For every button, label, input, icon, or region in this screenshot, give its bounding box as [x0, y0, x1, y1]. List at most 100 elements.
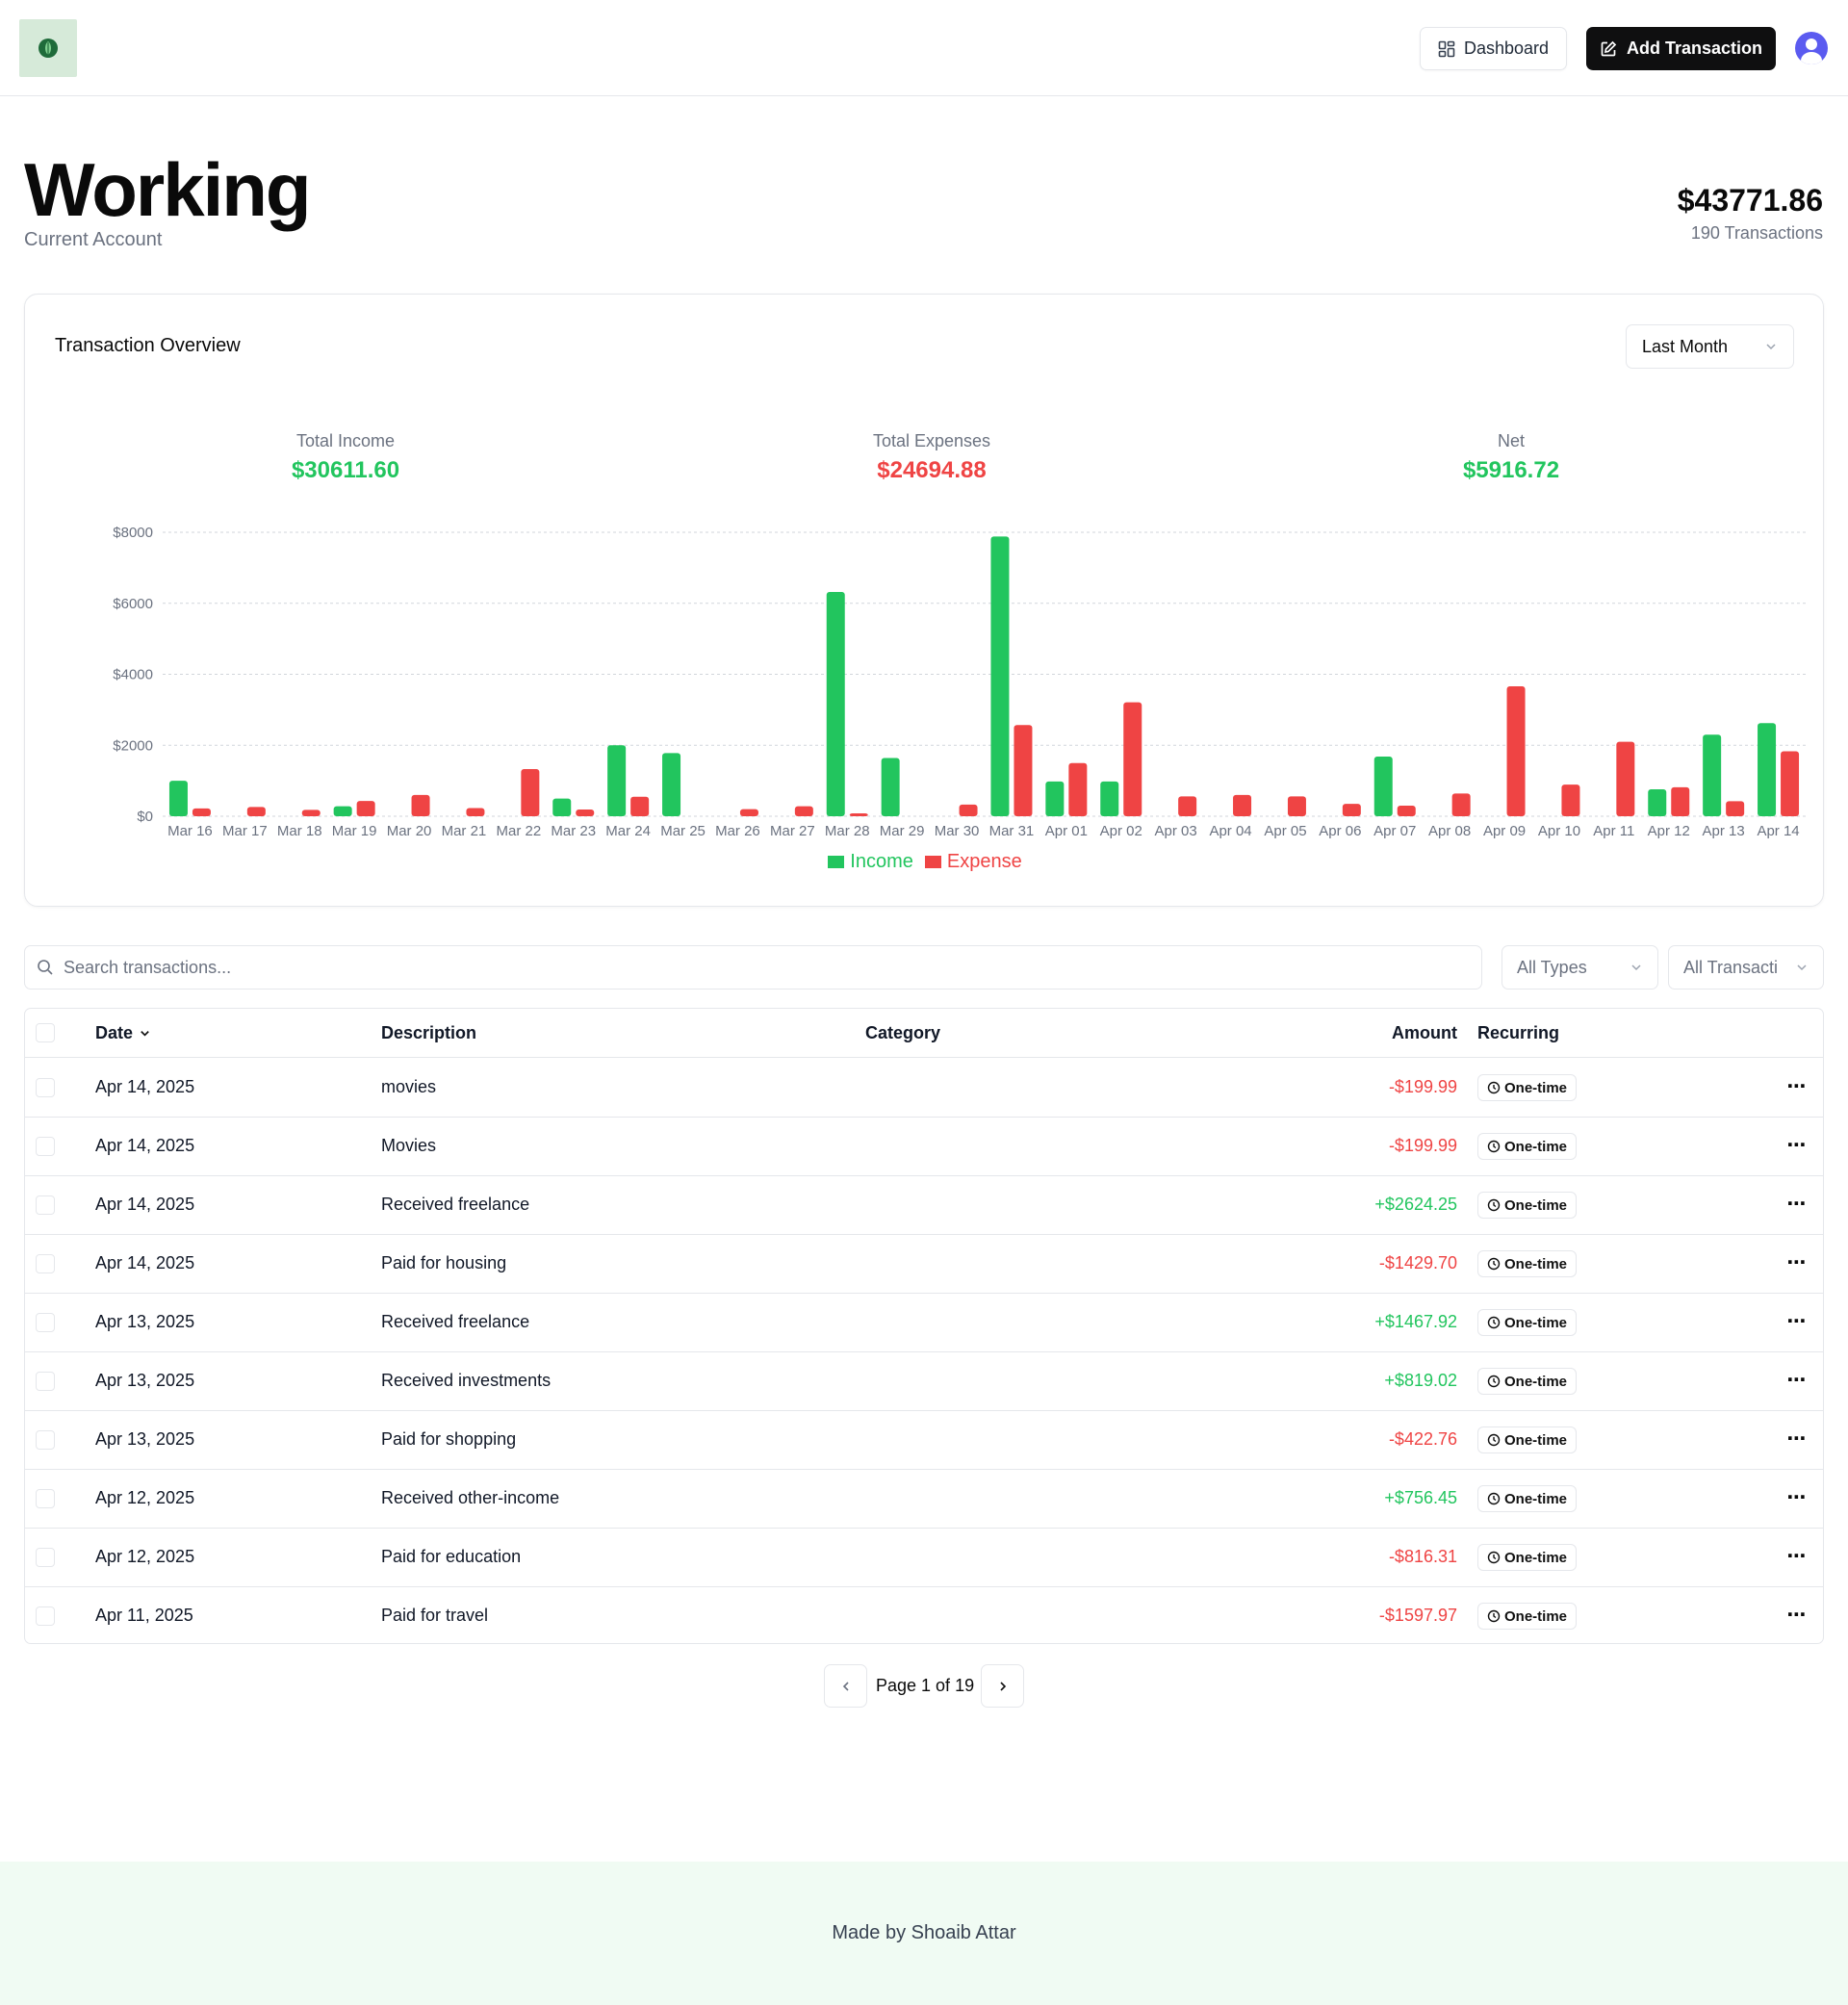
- table-row[interactable]: Apr 14, 2025 Movies -$199.99 One-time ⋯: [25, 1118, 1823, 1176]
- row-checkbox[interactable]: [36, 1254, 55, 1273]
- x-tick-label: Apr 01: [1045, 823, 1088, 838]
- user-avatar-icon[interactable]: [1795, 32, 1828, 64]
- category-column-header: Category: [865, 1023, 941, 1042]
- row-checkbox[interactable]: [36, 1548, 55, 1567]
- income-bar: [990, 536, 1010, 816]
- row-checkbox[interactable]: [36, 1607, 55, 1626]
- row-amount: +$756.45: [1384, 1488, 1457, 1507]
- app-logo[interactable]: [19, 19, 77, 77]
- recurring-badge: One-time: [1477, 1250, 1578, 1277]
- expense-bar: [1616, 741, 1635, 816]
- row-actions-button[interactable]: ⋯: [1783, 1248, 1811, 1277]
- row-checkbox[interactable]: [36, 1195, 55, 1215]
- dashboard-button[interactable]: Dashboard: [1420, 27, 1567, 70]
- previous-page-button[interactable]: [824, 1664, 867, 1708]
- recurring-badge: One-time: [1477, 1192, 1578, 1219]
- overview-title: Transaction Overview: [55, 335, 241, 356]
- table-row[interactable]: Apr 12, 2025 Received other-income +$756.4…: [25, 1470, 1823, 1529]
- search-box[interactable]: [24, 945, 1482, 990]
- search-input[interactable]: [64, 957, 1411, 978]
- select-all-checkbox[interactable]: [36, 1023, 55, 1042]
- expense-bar: [356, 801, 375, 816]
- date-column-header[interactable]: Date: [95, 1023, 151, 1043]
- row-checkbox[interactable]: [36, 1313, 55, 1332]
- income-bar: [881, 758, 900, 816]
- period-select[interactable]: Last Month: [1626, 324, 1794, 369]
- recurring-badge-label: One-time: [1504, 1314, 1568, 1331]
- more-horizontal-icon: ⋯: [1786, 1135, 1808, 1156]
- row-amount: -$1429.70: [1378, 1253, 1457, 1272]
- type-filter-select[interactable]: All Types: [1502, 945, 1658, 990]
- row-actions-button[interactable]: ⋯: [1783, 1131, 1811, 1160]
- table-row[interactable]: Apr 14, 2025 Received freelance +$2624.25 O…: [25, 1176, 1823, 1235]
- expense-bar: [466, 808, 485, 816]
- row-checkbox[interactable]: [36, 1137, 55, 1156]
- transaction-filter-select[interactable]: All Transacti: [1668, 945, 1824, 990]
- more-horizontal-icon: ⋯: [1786, 1546, 1808, 1567]
- x-tick-label: Mar 18: [277, 823, 322, 838]
- row-actions-button[interactable]: ⋯: [1783, 1307, 1811, 1336]
- table-row[interactable]: Apr 13, 2025 Paid for shopping -$422.76 One…: [25, 1411, 1823, 1470]
- income-bar: [1100, 781, 1119, 816]
- expense-bar: [301, 810, 321, 816]
- row-actions-button[interactable]: ⋯: [1783, 1425, 1811, 1453]
- table-row[interactable]: Apr 14, 2025 movies -$199.99 One-time ⋯: [25, 1059, 1823, 1118]
- row-checkbox[interactable]: [36, 1430, 55, 1450]
- x-tick-label: Apr 02: [1100, 823, 1142, 838]
- recurring-badge: One-time: [1477, 1485, 1578, 1512]
- more-horizontal-icon: ⋯: [1786, 1311, 1808, 1332]
- legend-expense[interactable]: Expense: [924, 851, 1022, 873]
- row-description: Movies: [381, 1136, 437, 1155]
- row-checkbox[interactable]: [36, 1489, 55, 1508]
- expense-bar: [1123, 702, 1142, 816]
- row-checkbox[interactable]: [36, 1372, 55, 1391]
- x-tick-label: Mar 27: [770, 823, 815, 838]
- x-tick-label: Mar 16: [167, 823, 213, 838]
- recurring-badge-label: One-time: [1504, 1607, 1568, 1625]
- dashboard-grid-icon: [1438, 40, 1455, 57]
- recurring-badge: One-time: [1477, 1544, 1578, 1571]
- table-row[interactable]: Apr 14, 2025 Paid for housing -$1429.70 One…: [25, 1235, 1823, 1294]
- table-row[interactable]: Apr 11, 2025 Paid for travel -$1597.97 One-…: [25, 1587, 1823, 1643]
- row-actions-button[interactable]: ⋯: [1783, 1190, 1811, 1219]
- x-tick-label: Mar 17: [222, 823, 268, 838]
- row-description: Received freelance: [381, 1312, 530, 1331]
- account-type: Current Account: [24, 229, 163, 250]
- row-actions-button[interactable]: ⋯: [1783, 1601, 1811, 1630]
- transaction-filter-value: All Transacti: [1683, 957, 1779, 977]
- income-bar: [826, 591, 845, 816]
- expense-bar: [521, 768, 540, 816]
- row-checkbox[interactable]: [36, 1078, 55, 1097]
- expense-bar: [1342, 804, 1361, 816]
- row-amount: -$422.76: [1388, 1429, 1457, 1449]
- legend-income[interactable]: Income: [828, 851, 913, 873]
- recurring-badge-label: One-time: [1504, 1490, 1568, 1507]
- clock-icon: [1487, 1551, 1501, 1564]
- table-row[interactable]: Apr 13, 2025 Received investments +$819.02…: [25, 1352, 1823, 1411]
- next-page-button[interactable]: [981, 1664, 1024, 1708]
- add-transaction-button[interactable]: Add Transaction: [1586, 27, 1776, 70]
- x-tick-label: Mar 31: [989, 823, 1035, 838]
- row-actions-button[interactable]: ⋯: [1783, 1072, 1811, 1101]
- more-horizontal-icon: ⋯: [1786, 1605, 1808, 1626]
- edit-icon: [1601, 40, 1617, 56]
- total-income-stat: Total Income $30611.60: [201, 431, 490, 484]
- row-actions-button[interactable]: ⋯: [1783, 1483, 1811, 1512]
- income-bar: [1703, 734, 1722, 816]
- x-tick-label: Mar 26: [715, 823, 760, 838]
- description-column-header: Description: [381, 1023, 477, 1042]
- expense-bar: [1233, 794, 1252, 816]
- transaction-count: 190 Transactions: [1690, 223, 1823, 243]
- row-date: Apr 11, 2025: [95, 1606, 193, 1625]
- table-row[interactable]: Apr 12, 2025 Paid for education -$816.31 On…: [25, 1529, 1823, 1587]
- row-actions-button[interactable]: ⋯: [1783, 1366, 1811, 1395]
- expense-bar: [1781, 751, 1800, 816]
- total-expenses-stat: Total Expenses $24694.88: [787, 431, 1076, 484]
- x-tick-label: Apr 13: [1703, 823, 1745, 838]
- table-row[interactable]: Apr 13, 2025 Received freelance +$1467.92 O…: [25, 1294, 1823, 1352]
- row-actions-button[interactable]: ⋯: [1783, 1542, 1811, 1571]
- expense-bar: [576, 809, 595, 816]
- row-date: Apr 14, 2025: [95, 1253, 195, 1272]
- net-stat: Net $5916.72: [1367, 431, 1656, 484]
- legend-expense-swatch: [924, 856, 941, 868]
